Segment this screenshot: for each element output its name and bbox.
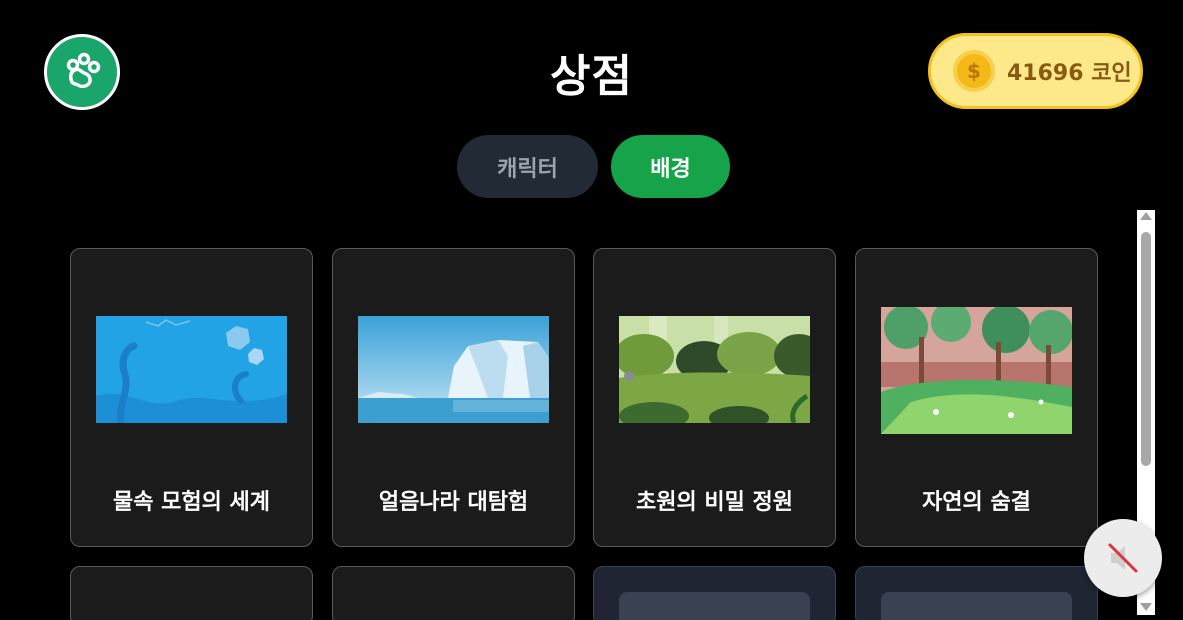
coin-balance: 41696 코인 <box>1007 61 1132 86</box>
coin-balance-badge: $ 41696 코인 <box>928 33 1143 109</box>
coin-icon: $ <box>953 50 995 92</box>
shop-item-card[interactable] <box>70 566 313 620</box>
tab-background[interactable]: 배경 <box>611 135 730 198</box>
shop-item-card[interactable]: 자연의 숨결 <box>855 248 1098 547</box>
forest-thumbnail <box>881 307 1072 434</box>
item-name: 얼음나라 대탐험 <box>378 490 529 515</box>
shop-item-card[interactable] <box>332 566 575 620</box>
loading-placeholder <box>619 592 810 620</box>
shop-item-card-loading <box>593 566 836 620</box>
scroll-down-arrow[interactable] <box>1140 603 1152 611</box>
shop-item-card[interactable]: 초원의 비밀 정원 <box>593 248 836 547</box>
mute-button[interactable] <box>1084 519 1162 597</box>
meadow-thumbnail <box>619 316 810 423</box>
shop-item-card-loading <box>855 566 1098 620</box>
tab-character[interactable]: 캐릭터 <box>457 135 598 198</box>
shop-item-card[interactable]: 얼음나라 대탐험 <box>332 248 575 547</box>
item-name: 자연의 숨결 <box>922 490 1031 515</box>
underwater-thumbnail <box>96 316 287 423</box>
speaker-muted-icon <box>1108 543 1138 573</box>
item-name: 초원의 비밀 정원 <box>636 490 793 515</box>
iceberg-thumbnail <box>358 316 549 423</box>
scroll-up-arrow[interactable] <box>1140 212 1152 220</box>
shop-item-card[interactable]: 물속 모험의 세계 <box>70 248 313 547</box>
scroll-thumb[interactable] <box>1141 232 1151 466</box>
item-name: 물속 모험의 세계 <box>113 490 270 515</box>
loading-placeholder <box>881 592 1072 620</box>
